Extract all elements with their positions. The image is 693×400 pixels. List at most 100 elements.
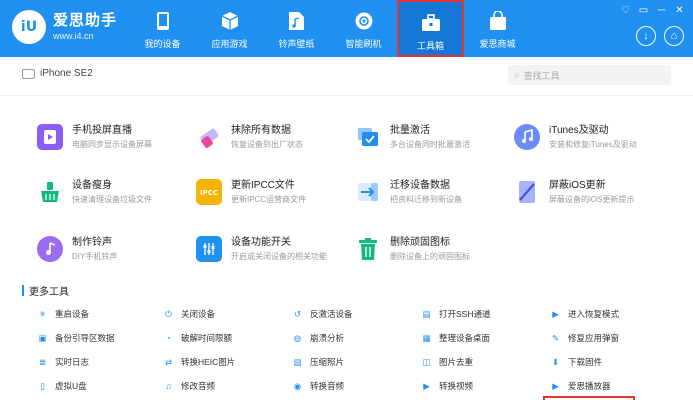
more-tool-realtime-log[interactable]: ≣ 实时日志: [37, 356, 89, 368]
more-tool-label: 崩溃分析: [310, 333, 345, 343]
tool-desc: 快速清理设备垃圾文件: [72, 195, 152, 204]
nav-shop[interactable]: 爱思商城: [464, 0, 531, 57]
more-tool-organize-desktop[interactable]: ▦ 整理设备桌面: [421, 332, 490, 344]
tool-title: iTunes及驱动: [549, 125, 609, 136]
more-tool-label: 修复应用弹窗: [568, 333, 620, 343]
more-tool-convert-video[interactable]: ▶ 转换视频: [421, 380, 473, 392]
more-tool-crash-analysis[interactable]: ◍ 崩溃分析: [292, 332, 344, 344]
more-tool-label: 反激活设备: [310, 309, 353, 319]
more-tool-deactivate[interactable]: ↺ 反激活设备: [292, 308, 353, 320]
logo-mark: iU: [20, 19, 38, 35]
more-tool-label: 转换音频: [310, 381, 345, 391]
ipcc-file-icon: IPCC: [196, 179, 222, 205]
more-tool-fix-popup[interactable]: ✎ 修复应用弹窗: [550, 332, 619, 344]
more-tool-dedupe-image[interactable]: ◫ 图片去重: [421, 356, 473, 368]
close-icon[interactable]: ✕: [674, 5, 685, 17]
tool-itunes-driver[interactable]: iTunes及驱动安装和修复iTunes及驱动: [514, 124, 674, 150]
more-tool-edit-audio[interactable]: ♫ 修改音频: [163, 380, 215, 392]
more-tool-label: 爱思播放器: [568, 381, 611, 391]
tool-title: 设备功能开关: [231, 237, 291, 248]
more-tool-recovery-mode[interactable]: ▶ 进入恢复模式: [550, 308, 619, 320]
search-input[interactable]: ⌕ 查找工具: [508, 65, 671, 85]
dedupe-image-icon: ◫: [422, 356, 431, 367]
minimize-icon[interactable]: ▭: [638, 5, 649, 17]
tool-make-ringtone[interactable]: 制作铃声 DIY手机铃声: [37, 236, 197, 262]
eraser-icon: [196, 124, 222, 150]
shirt-icon[interactable]: ♡: [620, 5, 631, 17]
flash-gear-icon: [353, 10, 375, 32]
more-tool-convert-audio[interactable]: ◉ 转换音频: [292, 380, 344, 392]
broom-icon: [37, 179, 63, 205]
tool-block-ios-update[interactable]: 屏蔽iOS更新 屏蔽设备的iOS更新提示: [514, 179, 674, 205]
restore-icon[interactable]: ─: [656, 5, 667, 17]
divider: [0, 95, 693, 96]
more-tool-backup-boot[interactable]: ▣ 备份引导区数据: [37, 332, 115, 344]
tool-desc: 把资料迁移到新设备: [390, 195, 462, 204]
restart-icon: ✳: [38, 308, 47, 319]
nav-label: 工具箱: [416, 41, 444, 51]
section-accent-bar: [22, 285, 24, 296]
tool-delete-stubborn-icon[interactable]: 删除顽固图标 删除设备上的顽固图标: [355, 236, 515, 262]
desktop-organize-icon: ▦: [422, 332, 431, 343]
more-tool-label: 备份引导区数据: [55, 333, 115, 343]
ringtone-icon: [37, 236, 63, 262]
convert-video-icon: ▶: [423, 380, 430, 391]
more-tool-heic-convert[interactable]: ⇄ 转换HEIC图片: [163, 356, 235, 368]
more-tool-label: 转换HEIC图片: [181, 357, 236, 367]
device-icon: [22, 68, 35, 79]
search-icon: ⌕: [514, 69, 520, 81]
more-tool-label: 破解时间限额: [181, 333, 233, 343]
power-icon: ⏻: [165, 308, 172, 319]
more-tool-ssh[interactable]: ▤ 打开SSH通道: [421, 308, 490, 320]
nav-label: 应用游戏: [211, 39, 248, 49]
i4-player-icon: ▶: [552, 380, 559, 391]
tool-update-ipcc[interactable]: IPCC 更新IPCC文件 更新IPCC运营商文件: [196, 179, 356, 205]
tool-title: 抹除所有数据: [231, 125, 291, 136]
tool-migrate-data[interactable]: 迁移设备数据把资料迁移到新设备: [355, 179, 515, 205]
more-tool-label: 关闭设备: [181, 309, 216, 319]
tool-desc: 多台设备同时批量激活: [390, 140, 470, 149]
fix-popup-icon: ✎: [551, 332, 560, 343]
top-header: iU 爱思助手 www.i4.cn 我的设备 应用游戏 铃声壁纸 智能刷机 工具…: [0, 0, 693, 57]
user-icon[interactable]: ⌂: [664, 26, 684, 46]
device-name[interactable]: iPhone SE2: [40, 68, 93, 79]
more-tool-i4-player[interactable]: ▶ 爱思播放器: [550, 380, 611, 392]
download-icon[interactable]: ↓: [636, 26, 656, 46]
tool-batch-activate[interactable]: 批量激活 多台设备同时批量激活: [355, 124, 515, 150]
more-tool-compress-photo[interactable]: ▧ 压缩照片: [292, 356, 344, 368]
time-limit-icon: ◔: [165, 333, 172, 343]
tool-screen-mirror[interactable]: 手机投屏直播 电脑同步显示设备屏幕: [37, 124, 197, 150]
block-update-icon: [514, 179, 540, 205]
ssh-icon: ▤: [422, 308, 431, 319]
tool-desc: 恢复设备到出厂状态: [231, 140, 303, 149]
tool-desc: 安装和修复iTunes及驱动: [549, 140, 637, 149]
nav-label: 我的设备: [144, 39, 181, 49]
tool-desc: 删除设备上的顽固图标: [390, 252, 470, 261]
more-tool-time-limit[interactable]: ◔ 破解时间限额: [163, 332, 232, 344]
tool-device-slim[interactable]: 设备瘦身 快速清理设备垃圾文件: [37, 179, 197, 205]
more-tool-download-firmware[interactable]: ⬇ 下载固件: [550, 356, 602, 368]
app-name: 爱思助手: [53, 12, 118, 29]
nav-ringtones-wallpapers[interactable]: 铃声壁纸: [263, 0, 330, 57]
main-nav: 我的设备 应用游戏 铃声壁纸 智能刷机 工具箱 爱思商城: [129, 0, 531, 57]
tool-device-switches[interactable]: 设备功能开关 开启或关闭设备的相关功能: [196, 236, 356, 262]
itunes-icon: [514, 124, 540, 150]
logo-text: 爱思助手 www.i4.cn: [53, 12, 117, 42]
more-tool-virtual-usb[interactable]: ▯ 虚拟U盘: [37, 380, 86, 392]
more-tool-label: 转换视频: [439, 381, 474, 391]
nav-apps-games[interactable]: 应用游戏: [196, 0, 263, 57]
tool-title: 迁移设备数据: [390, 180, 450, 191]
more-tool-restart[interactable]: ✳ 重启设备: [37, 308, 89, 320]
nav-my-device[interactable]: 我的设备: [129, 0, 196, 57]
tool-desc: DIY手机铃声: [72, 252, 118, 261]
tool-title: 屏蔽iOS更新: [549, 180, 606, 191]
tool-erase-all-data[interactable]: 抹除所有数据恢复设备到出厂状态: [196, 124, 356, 150]
more-tool-label: 整理设备桌面: [439, 333, 491, 343]
more-tool-shutdown[interactable]: ⏻ 关闭设备: [163, 308, 215, 320]
virtual-usb-icon: ▯: [40, 380, 45, 391]
phone-icon: [152, 10, 174, 32]
nav-toolbox[interactable]: 工具箱: [397, 0, 464, 57]
nav-label: 铃声壁纸: [278, 39, 315, 49]
nav-smart-flash[interactable]: 智能刷机: [330, 0, 397, 57]
heic-convert-icon: ⇄: [164, 356, 173, 367]
